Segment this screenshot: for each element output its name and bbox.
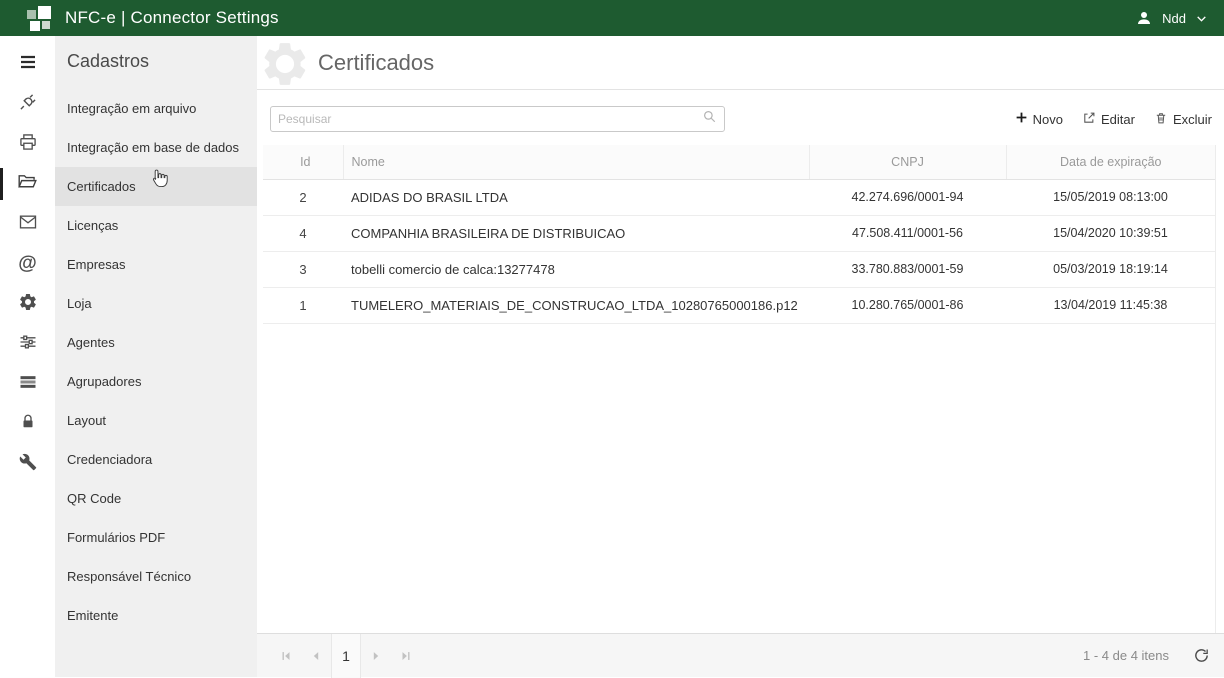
- table-row[interactable]: 3 tobelli comercio de calca:13277478 33.…: [263, 251, 1215, 287]
- current-page[interactable]: 1: [331, 634, 361, 678]
- user-icon[interactable]: [1135, 9, 1153, 27]
- sidebar-item-certificados[interactable]: Certificados: [55, 167, 257, 206]
- cell-cnpj: 47.508.411/0001-56: [809, 215, 1006, 251]
- sidebar-item-agentes[interactable]: Agentes: [55, 323, 257, 362]
- lock-icon: [19, 413, 37, 436]
- sidebar-item-credenciadora[interactable]: Credenciadora: [55, 440, 257, 479]
- rail-item-preferences[interactable]: [0, 324, 55, 364]
- new-button[interactable]: Novo: [1015, 111, 1063, 128]
- sidebar-item-loja[interactable]: Loja: [55, 284, 257, 323]
- grid-toolbar: Novo Editar: [1015, 111, 1216, 128]
- main-panel: Certificados Novo: [257, 36, 1224, 677]
- sidebar-title: Cadastros: [55, 36, 257, 89]
- cell-nome: ADIDAS DO BRASIL LTDA: [343, 179, 809, 215]
- sidebar-item-qr-code[interactable]: QR Code: [55, 479, 257, 518]
- edit-button[interactable]: Editar: [1082, 111, 1135, 128]
- sidebar-item-responsavel-tecnico[interactable]: Responsável Técnico: [55, 557, 257, 596]
- cell-expiry: 15/05/2019 08:13:00: [1006, 179, 1215, 215]
- rail-item-menu[interactable]: [0, 44, 55, 84]
- column-header-id[interactable]: Id: [263, 145, 343, 179]
- edit-button-label: Editar: [1101, 112, 1135, 127]
- user-name[interactable]: Ndd: [1162, 11, 1186, 26]
- delete-button[interactable]: Excluir: [1154, 111, 1212, 128]
- rail-item-printing[interactable]: [0, 124, 55, 164]
- folder-open-icon: [17, 171, 38, 197]
- sidebar-item-licencas[interactable]: Licenças: [55, 206, 257, 245]
- column-header-cnpj[interactable]: CNPJ: [809, 145, 1006, 179]
- table-header-row: Id Nome CNPJ Data de expiração: [263, 145, 1215, 179]
- app-logo: [26, 5, 53, 32]
- rail-item-queue[interactable]: [0, 364, 55, 404]
- cell-nome: tobelli comercio de calca:13277478: [343, 251, 809, 287]
- previous-page-icon[interactable]: [301, 634, 331, 678]
- cell-id: 1: [263, 287, 343, 323]
- layers-icon: [18, 372, 38, 397]
- cell-id: 3: [263, 251, 343, 287]
- new-button-label: Novo: [1033, 112, 1063, 127]
- certificate-gear-icon: [259, 38, 311, 95]
- app-header: NFC-e | Connector Settings Ndd: [0, 0, 1224, 36]
- icon-rail: @: [0, 36, 55, 677]
- pager-info: 1 - 4 de 4 itens: [1083, 648, 1169, 663]
- cell-expiry: 05/03/2019 18:19:14: [1006, 251, 1215, 287]
- app-title: NFC-e | Connector Settings: [65, 8, 279, 28]
- sidebar-item-integracao-arquivo[interactable]: Integração em arquivo: [55, 89, 257, 128]
- search-input[interactable]: [278, 112, 702, 126]
- table-row[interactable]: 4 COMPANHIA BRASILEIRA DE DISTRIBUICAO 4…: [263, 215, 1215, 251]
- table-row[interactable]: 1 TUMELERO_MATERIAIS_DE_CONSTRUCAO_LTDA_…: [263, 287, 1215, 323]
- rail-item-messages[interactable]: [0, 204, 55, 244]
- plug-icon: [18, 92, 38, 117]
- cell-expiry: 13/04/2019 11:45:38: [1006, 287, 1215, 323]
- rail-item-email[interactable]: @: [0, 244, 55, 284]
- sidebar-item-formularios-pdf[interactable]: Formulários PDF: [55, 518, 257, 557]
- sidebar-item-agrupadores[interactable]: Agrupadores: [55, 362, 257, 401]
- at-sign-icon: @: [18, 253, 37, 275]
- refresh-icon[interactable]: [1193, 647, 1210, 664]
- edit-icon: [1082, 111, 1096, 128]
- page-title: Certificados: [318, 50, 434, 76]
- cell-expiry: 15/04/2020 10:39:51: [1006, 215, 1215, 251]
- cell-id: 2: [263, 179, 343, 215]
- gear-icon: [18, 292, 38, 317]
- table-row[interactable]: 2 ADIDAS DO BRASIL LTDA 42.274.696/0001-…: [263, 179, 1215, 215]
- first-page-icon[interactable]: [271, 634, 301, 678]
- cell-cnpj: 10.280.765/0001-86: [809, 287, 1006, 323]
- printer-icon: [18, 132, 38, 157]
- cell-nome: COMPANHIA BRASILEIRA DE DISTRIBUICAO: [343, 215, 809, 251]
- sidebar-item-integracao-base-dados[interactable]: Integração em base de dados: [55, 128, 257, 167]
- page-title-bar: Certificados: [257, 36, 1224, 90]
- column-header-nome[interactable]: Nome: [343, 145, 809, 179]
- sidebar: Cadastros Integração em arquivo Integraç…: [55, 36, 257, 677]
- wrench-icon: [19, 453, 37, 476]
- search-icon[interactable]: [702, 109, 717, 129]
- certificates-grid: Id Nome CNPJ Data de expiração 2 ADIDAS …: [263, 145, 1216, 633]
- sidebar-item-layout[interactable]: Layout: [55, 401, 257, 440]
- cell-cnpj: 42.274.696/0001-94: [809, 179, 1006, 215]
- rail-item-settings[interactable]: [0, 284, 55, 324]
- sliders-icon: [18, 332, 38, 357]
- column-header-expiry[interactable]: Data de expiração: [1006, 145, 1215, 179]
- cell-cnpj: 33.780.883/0001-59: [809, 251, 1006, 287]
- rail-item-tools[interactable]: [0, 444, 55, 484]
- next-page-icon[interactable]: [361, 634, 391, 678]
- cell-id: 4: [263, 215, 343, 251]
- trash-icon: [1154, 111, 1168, 128]
- envelope-icon: [18, 212, 38, 237]
- sidebar-item-emitente[interactable]: Emitente: [55, 596, 257, 635]
- sidebar-item-empresas[interactable]: Empresas: [55, 245, 257, 284]
- grid-pager: 1 1 - 4 de 4 itens: [257, 633, 1224, 677]
- delete-button-label: Excluir: [1173, 112, 1212, 127]
- rail-item-files[interactable]: [0, 164, 55, 204]
- rail-item-connections[interactable]: [0, 84, 55, 124]
- last-page-icon[interactable]: [391, 634, 421, 678]
- menu-icon: [18, 52, 38, 77]
- rail-item-security[interactable]: [0, 404, 55, 444]
- cell-nome: TUMELERO_MATERIAIS_DE_CONSTRUCAO_LTDA_10…: [343, 287, 809, 323]
- search-box: [270, 106, 725, 132]
- plus-icon: [1015, 111, 1028, 127]
- chevron-down-icon[interactable]: [1195, 12, 1208, 25]
